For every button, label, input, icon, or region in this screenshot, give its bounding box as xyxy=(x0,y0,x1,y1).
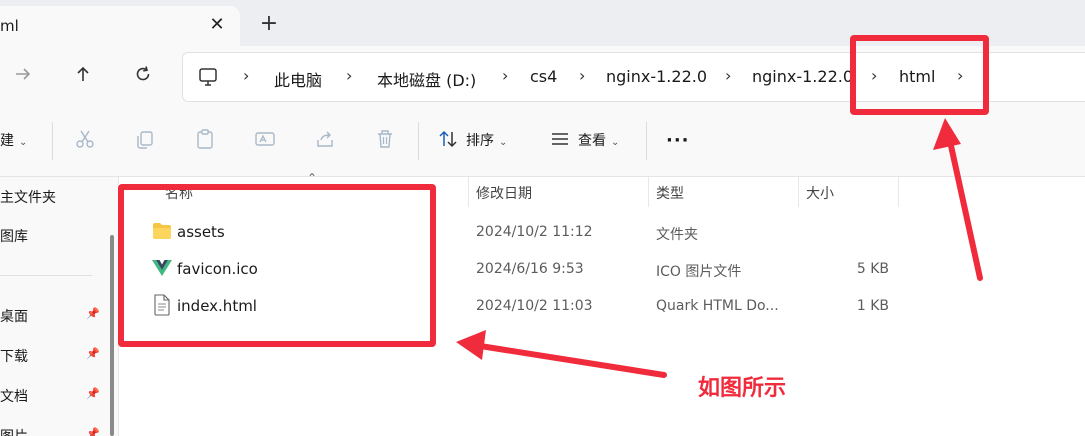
file-explorer-window: ml ✕ + › 此电脑 › 本地磁盘 (D:) › cs4 › nginx-1… xyxy=(0,0,1085,436)
annotation-arrows xyxy=(456,118,983,378)
arrow-left-to-files xyxy=(456,330,667,378)
arrow-up-to-html xyxy=(933,118,983,281)
annotation-text: 如图所示 xyxy=(698,376,787,401)
